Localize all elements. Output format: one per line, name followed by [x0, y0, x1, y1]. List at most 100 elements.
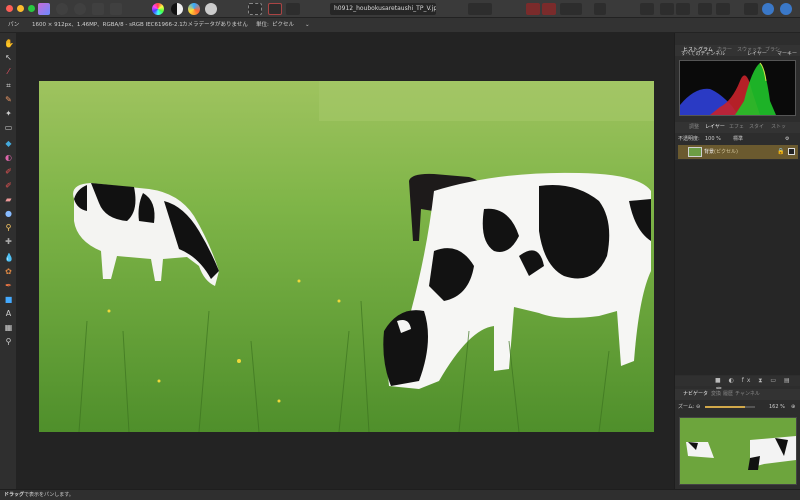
lock-icon[interactable]: 🔒: [777, 145, 784, 159]
transform-icon[interactable]: [640, 3, 654, 15]
tab-styles[interactable]: スタイ: [749, 122, 764, 133]
selection-brush-icon[interactable]: ✎: [4, 95, 13, 104]
color-picker-icon[interactable]: ⁄: [4, 67, 13, 76]
image-info: 1600 × 912px、1.46MP、RGBA/8 - sRGB IEC619…: [32, 22, 183, 28]
zoom-value[interactable]: 162 %: [769, 401, 785, 413]
layer-row[interactable]: 背景 (ピクセル) 🔒: [678, 145, 798, 159]
unit-label: 単位:: [256, 22, 269, 28]
paint-brush-icon[interactable]: ✐: [4, 167, 13, 176]
histogram-controls: すべてのチャンネル レイヤー マーキー: [675, 48, 800, 60]
navigator-panel-tabs: ナビゲータ 変換 履歴 チャンネル: [675, 389, 800, 400]
contrast-icon[interactable]: [171, 3, 183, 15]
photo-persona-icon[interactable]: [38, 3, 50, 15]
tab-stock[interactable]: ストッ: [771, 122, 786, 133]
close-window-button[interactable]: [6, 5, 13, 12]
move-tool-icon[interactable]: ↖: [4, 53, 13, 62]
zoom-out-icon[interactable]: ⊖: [696, 401, 700, 413]
healing-tool-icon[interactable]: ✚: [4, 237, 13, 246]
brush-settings-icon[interactable]: [594, 3, 606, 15]
minimize-window-button[interactable]: [17, 5, 24, 12]
fill-tool-icon[interactable]: ◆: [4, 139, 13, 148]
view-mode-button[interactable]: [468, 3, 492, 15]
color-wheel-icon[interactable]: [152, 3, 164, 15]
flip-icon[interactable]: [716, 3, 730, 15]
white-balance-icon[interactable]: [205, 3, 217, 15]
tool-name: パン: [8, 22, 20, 28]
layers-list: [675, 160, 800, 375]
document-canvas-image[interactable]: [39, 81, 654, 432]
status-hint-bold: ドラッグ: [4, 492, 25, 498]
zoom-slider[interactable]: [705, 406, 755, 408]
erase-brush-icon[interactable]: ▰: [4, 195, 13, 204]
channel-select[interactable]: すべてのチャンネル: [681, 49, 725, 60]
gear-icon[interactable]: ⚙: [785, 134, 789, 145]
rectangle-marquee-icon[interactable]: ▭: [4, 123, 13, 132]
zoom-slider-fill: [705, 406, 745, 408]
help-icon[interactable]: [762, 3, 774, 15]
color-balance-icon[interactable]: [188, 3, 200, 15]
align-icon[interactable]: [660, 3, 674, 15]
opacity-value[interactable]: 100 %: [705, 134, 721, 145]
arrange-icon[interactable]: [560, 3, 582, 15]
selection-mode-icon[interactable]: [268, 3, 282, 15]
unit-select[interactable]: ピクセル: [272, 18, 294, 33]
tools-panel: ✋ ↖ ⁄ ⌗ ✎ ✦ ▭ ◆ ◐ ✐ ✐ ▰ ● ⚲ ✚ 💧 ✿ ✒ ■ A …: [0, 33, 17, 489]
vector-crop-icon[interactable]: ▦: [4, 323, 13, 332]
zoom-in-icon[interactable]: ⊕: [791, 401, 795, 413]
camera-info: カメラデータがありません: [182, 22, 248, 28]
layers-controls: 不透明度: 100 % 標準 ⚙: [675, 134, 800, 145]
snapping-icon[interactable]: [526, 3, 540, 15]
quick-mask-icon[interactable]: [286, 3, 300, 15]
clone-tool-icon[interactable]: ⚲: [4, 223, 13, 232]
blend-mode-select[interactable]: 標準: [733, 134, 743, 145]
flood-select-icon[interactable]: ✦: [4, 109, 13, 118]
right-panels: ヒストグラム カラー スウォッチ ブラシ すべてのチャンネル レイヤー マーキー…: [674, 33, 800, 489]
chevron-down-icon[interactable]: ⌄: [305, 18, 310, 33]
histogram-marquee-button[interactable]: マーキー: [777, 49, 797, 60]
zoom-controls: ズーム: ⊖ 162 % ⊕: [675, 401, 800, 413]
tab-adjustments[interactable]: 調整: [689, 122, 699, 133]
menu-icon[interactable]: [744, 3, 758, 15]
tone-mapping-persona-icon[interactable]: [92, 3, 104, 15]
studio-icon[interactable]: [780, 3, 792, 15]
crop-tool-icon[interactable]: ⌗: [4, 81, 13, 90]
hand-tool-icon[interactable]: ✋: [4, 39, 14, 48]
tab-channels[interactable]: チャンネル: [735, 389, 760, 400]
layers-panel-tabs: 調整 レイヤー エフェ スタイ ストッ: [675, 122, 800, 133]
pen-tool-icon[interactable]: ✒: [4, 281, 13, 290]
shape-tool-icon[interactable]: ■: [4, 295, 13, 304]
opacity-label: 不透明度:: [678, 136, 700, 142]
tab-navigator[interactable]: ナビゲータ: [683, 389, 708, 400]
tab-layers[interactable]: レイヤー: [705, 122, 725, 133]
text-tool-icon[interactable]: A: [4, 309, 13, 318]
tab-history[interactable]: 履歴: [723, 389, 733, 400]
gradient-tool-icon[interactable]: ◐: [4, 153, 13, 162]
tab-transform[interactable]: 変換: [711, 389, 721, 400]
layers-footer: ■ ◐ fx ⧗ ▭ ▤ 🗑: [675, 376, 800, 394]
document-title[interactable]: h0912_houbokusaretaushi_TP_V.jpg (161.8: [330, 3, 436, 15]
histogram-layer-button[interactable]: レイヤー: [747, 49, 767, 60]
grazing-cows-photo: [39, 81, 654, 432]
develop-persona-icon[interactable]: [74, 3, 86, 15]
status-hint: で表示をパンします。: [24, 492, 74, 498]
top-toolbar: h0912_houbokusaretaushi_TP_V.jpg (161.8: [0, 0, 800, 18]
rotate-icon[interactable]: [698, 3, 712, 15]
histogram-graph: [679, 60, 796, 116]
liquify-persona-icon[interactable]: [56, 3, 68, 15]
distribute-icon[interactable]: [676, 3, 690, 15]
export-persona-icon[interactable]: [110, 3, 122, 15]
tab-effects[interactable]: エフェ: [729, 122, 744, 133]
dodge-tool-icon[interactable]: ●: [4, 209, 13, 218]
pixel-brush-icon[interactable]: ✐: [4, 181, 13, 190]
visibility-checkbox[interactable]: [788, 148, 795, 155]
sponge-tool-icon[interactable]: ✿: [4, 267, 13, 276]
maximize-window-button[interactable]: [28, 5, 35, 12]
layer-name: 背景: [704, 149, 715, 155]
assistant-icon[interactable]: [542, 3, 556, 15]
marquee-icon[interactable]: [248, 3, 262, 15]
navigator-thumbnail[interactable]: [679, 417, 797, 485]
layer-type: (ピクセル): [714, 149, 738, 155]
context-toolbar: パン 1600 × 912px、1.46MP、RGBA/8 - sRGB IEC…: [0, 18, 800, 33]
blur-tool-icon[interactable]: 💧: [4, 253, 14, 262]
zoom-tool-icon[interactable]: ⚲: [4, 337, 13, 346]
